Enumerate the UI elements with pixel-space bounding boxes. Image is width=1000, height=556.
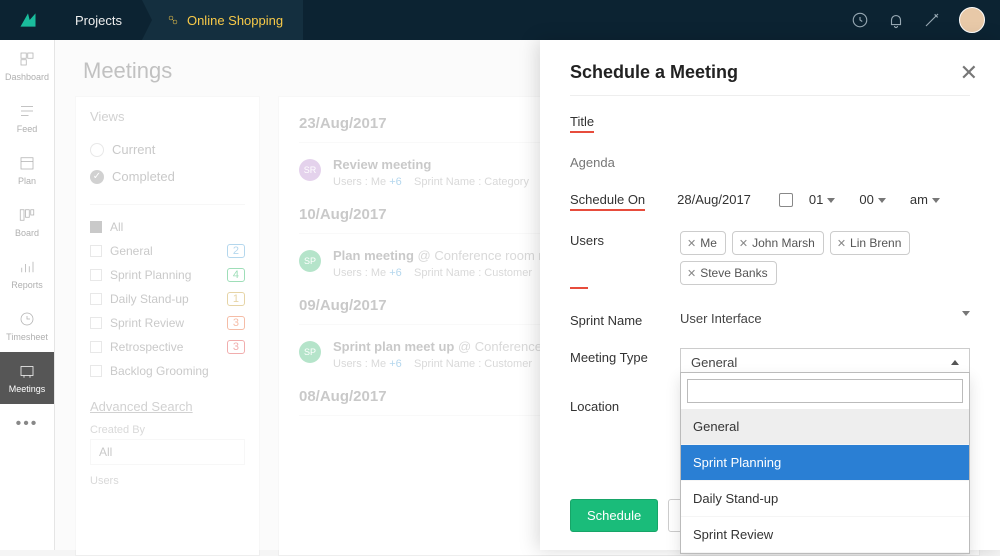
type-option[interactable]: Daily Stand-up xyxy=(681,481,969,517)
schedule-button[interactable]: Schedule xyxy=(570,499,658,532)
sprint-select[interactable]: User Interface xyxy=(680,311,970,326)
location-field[interactable]: Location xyxy=(570,397,680,414)
type-option[interactable]: Sprint Review xyxy=(681,517,969,553)
avatar[interactable] xyxy=(959,7,985,33)
close-icon[interactable]: ✕ xyxy=(960,60,978,86)
nav-more[interactable]: ••• xyxy=(0,404,54,444)
nav-reports[interactable]: Reports xyxy=(0,248,54,300)
type-option[interactable]: General xyxy=(681,409,969,445)
nav-plan[interactable]: Plan xyxy=(0,144,54,196)
type-search-input[interactable] xyxy=(687,379,963,403)
user-chip[interactable]: ✕John Marsh xyxy=(732,231,824,255)
clock-icon[interactable] xyxy=(851,11,869,29)
project-name[interactable]: Online Shopping xyxy=(142,0,303,40)
title-field[interactable]: Title xyxy=(570,112,594,133)
min-select[interactable]: 00 xyxy=(857,190,899,210)
projects-tab[interactable]: Projects xyxy=(55,0,142,40)
schedule-panel: Schedule a Meeting ✕ Title Agenda Schedu… xyxy=(540,40,1000,550)
hour-select[interactable]: 01 xyxy=(807,190,849,210)
topbar: Projects Online Shopping xyxy=(0,0,1000,40)
nav-timesheet[interactable]: Timesheet xyxy=(0,300,54,352)
agenda-field[interactable]: Agenda xyxy=(570,153,680,170)
nav-meetings[interactable]: Meetings xyxy=(0,352,54,404)
project-name-text: Online Shopping xyxy=(187,13,283,28)
user-chip[interactable]: ✕Steve Banks xyxy=(680,261,777,285)
panel-title: Schedule a Meeting xyxy=(570,62,970,83)
tools-icon[interactable] xyxy=(923,11,941,29)
user-chip[interactable]: ✕Me xyxy=(680,231,726,255)
ampm-select[interactable]: am xyxy=(908,190,954,210)
nav-feed[interactable]: Feed xyxy=(0,92,54,144)
calendar-icon[interactable] xyxy=(779,193,793,207)
type-dropdown: GeneralSprint PlanningDaily Stand-upSpri… xyxy=(680,372,970,554)
logo[interactable] xyxy=(0,0,55,40)
nav-board[interactable]: Board xyxy=(0,196,54,248)
nav-dashboard[interactable]: Dashboard xyxy=(0,40,54,92)
type-option[interactable]: Sprint Planning xyxy=(681,445,969,481)
user-chip[interactable]: ✕Lin Brenn xyxy=(830,231,911,255)
leftnav: Dashboard Feed Plan Board Reports Timesh… xyxy=(0,40,55,550)
date-input[interactable]: 28/Aug/2017 xyxy=(675,190,765,210)
bell-icon[interactable] xyxy=(887,11,905,29)
